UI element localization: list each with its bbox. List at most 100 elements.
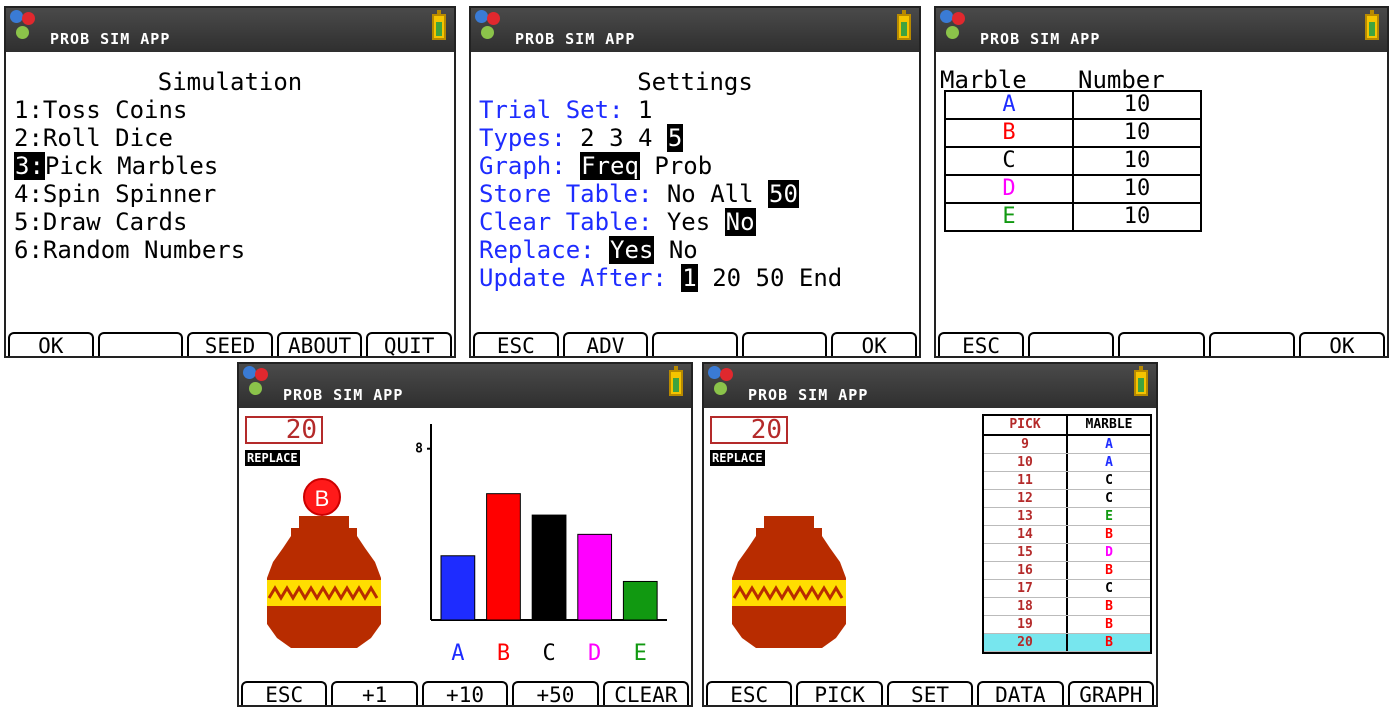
marble-number[interactable]: 10 [1072, 118, 1202, 148]
app-logo-icon [940, 10, 970, 48]
bar-c [531, 514, 567, 621]
softkey-ok[interactable]: OK [1298, 332, 1386, 356]
softkey-bar: ESC ADV OK [471, 332, 919, 356]
pick-row[interactable]: 19 B [984, 616, 1150, 634]
marble-number[interactable]: 10 [1072, 202, 1202, 232]
pick-marble: E [1105, 509, 1113, 524]
softkey-empty[interactable] [1208, 332, 1295, 356]
softkey-esc[interactable]: ESC [473, 332, 559, 356]
pick-marble: B [1105, 617, 1113, 632]
pick-row[interactable]: 12 C [984, 490, 1150, 508]
pick-number: 12 [984, 490, 1068, 507]
pick-row[interactable]: 20 B [984, 634, 1150, 652]
pick-row[interactable]: 13 E [984, 508, 1150, 526]
softkey-ok[interactable]: OK [831, 332, 917, 356]
pick-marble: C [1105, 473, 1113, 488]
pick-counter: 20 [245, 416, 323, 444]
marble-letter: D [944, 174, 1074, 204]
marble-table-screen: PROB SIM APP Marble Number A 10 B 10 C 10 D 10 E… [934, 6, 1389, 358]
menu-item-random-numbers[interactable]: 6:Random Numbers [14, 236, 245, 264]
marble-number[interactable]: 10 [1072, 174, 1202, 204]
title-bar: PROB SIM APP [239, 364, 691, 408]
softkey-esc[interactable]: ESC [706, 681, 793, 705]
app-logo-icon [475, 10, 505, 48]
marble-jar-icon [732, 516, 846, 648]
x-tick-label: C [542, 641, 555, 666]
menu-item-draw-cards[interactable]: 5:Draw Cards [14, 208, 187, 236]
setting-clear-table[interactable]: Clear Table: Yes No [479, 208, 756, 236]
setting-update-after[interactable]: Update After: 1 20 50 End [479, 264, 842, 292]
pick-row[interactable]: 10 A [984, 454, 1150, 472]
setting-replace[interactable]: Replace: Yes No [479, 236, 698, 264]
softkey-empty[interactable] [97, 332, 184, 356]
softkey-pick[interactable]: PICK [796, 681, 883, 705]
pick-row[interactable]: 9A [984, 436, 1150, 454]
softkey-clear[interactable]: CLEAR [602, 681, 690, 705]
softkey-about[interactable]: ABOUT [276, 332, 363, 356]
replace-badge: REPLACE [710, 450, 765, 466]
bar-e [622, 580, 658, 621]
setting-store-table[interactable]: Store Table: No All 50 [479, 180, 799, 208]
softkey-graph[interactable]: GRAPH [1067, 681, 1155, 705]
pick-row[interactable]: 16 B [984, 562, 1150, 580]
softkey-empty[interactable] [1118, 332, 1205, 356]
battery-icon [897, 10, 911, 40]
simulation-menu-screen: PROB SIM APP Simulation 1:Toss Coins 2:R… [4, 6, 456, 358]
marble-letter: B [944, 118, 1074, 148]
pick-row[interactable]: 18 B [984, 598, 1150, 616]
softkey-empty[interactable] [652, 332, 738, 356]
softkey-empty[interactable] [741, 332, 828, 356]
menu-item-roll-dice[interactable]: 2:Roll Dice [14, 124, 173, 152]
softkey-plus10[interactable]: +10 [421, 681, 509, 705]
marble-row: C 10 [944, 146, 1202, 176]
softkey-seed[interactable]: SEED [187, 332, 273, 356]
title-bar: PROB SIM APP [936, 8, 1387, 52]
pick-number: 14 [984, 526, 1068, 543]
x-tick-label: A [451, 641, 464, 666]
pick-number: 16 [984, 562, 1068, 579]
column-header-pick: PICK [984, 416, 1068, 434]
battery-icon [1134, 366, 1148, 396]
menu-item-spin-spinner[interactable]: 4:Spin Spinner [14, 180, 216, 208]
column-header-marble: MARBLE [1085, 417, 1133, 432]
pick-marble: B [1105, 599, 1113, 614]
softkey-ok[interactable]: OK [8, 332, 94, 356]
softkey-esc[interactable]: ESC [241, 681, 328, 705]
bar-a [440, 555, 476, 621]
softkey-data[interactable]: DATA [977, 681, 1064, 705]
app-title: PROB SIM APP [515, 30, 636, 48]
marble-count-table: A 10 B 10 C 10 D 10 E 10 [944, 90, 1202, 232]
pick-row[interactable]: 17 C [984, 580, 1150, 598]
softkey-quit[interactable]: QUIT [366, 332, 452, 356]
pick-number: 19 [984, 616, 1068, 633]
softkey-empty[interactable] [1028, 332, 1115, 356]
setting-graph[interactable]: Graph: Freq Prob [479, 152, 712, 180]
marble-number[interactable]: 10 [1072, 90, 1202, 120]
pick-number: 10 [984, 454, 1068, 471]
pick-row[interactable]: 15 D [984, 544, 1150, 562]
softkey-bar: ESC OK [936, 332, 1387, 356]
softkey-plus50[interactable]: +50 [512, 681, 599, 705]
pick-marble: A [1105, 455, 1113, 470]
pick-row[interactable]: 11 C [984, 472, 1150, 490]
title-bar: PROB SIM APP [471, 8, 919, 52]
softkey-esc[interactable]: ESC [938, 332, 1025, 356]
pick-marble: B [1105, 635, 1113, 650]
softkey-bar: ESC +1 +10 +50 CLEAR [239, 681, 691, 705]
softkey-adv[interactable]: ADV [562, 332, 649, 356]
softkey-plus1[interactable]: +1 [331, 681, 418, 705]
pick-counter: 20 [710, 416, 788, 444]
menu-item-toss-coins[interactable]: 1:Toss Coins [14, 96, 187, 124]
pick-row[interactable]: 14 B [984, 526, 1150, 544]
battery-icon [432, 10, 446, 40]
battery-icon [1365, 10, 1379, 40]
pick-number: 13 [984, 508, 1068, 525]
pick-marble: B [1105, 527, 1113, 542]
setting-trial-set[interactable]: Trial Set: 1 [479, 96, 652, 124]
menu-item-pick-marbles[interactable]: 3:Pick Marbles [14, 152, 218, 180]
marble-number[interactable]: 10 [1072, 146, 1202, 176]
x-tick-label: E [634, 641, 647, 666]
softkey-set[interactable]: SET [886, 681, 974, 705]
pick-marble: A [1105, 437, 1113, 452]
setting-types[interactable]: Types: 2 3 4 5 [479, 124, 684, 152]
